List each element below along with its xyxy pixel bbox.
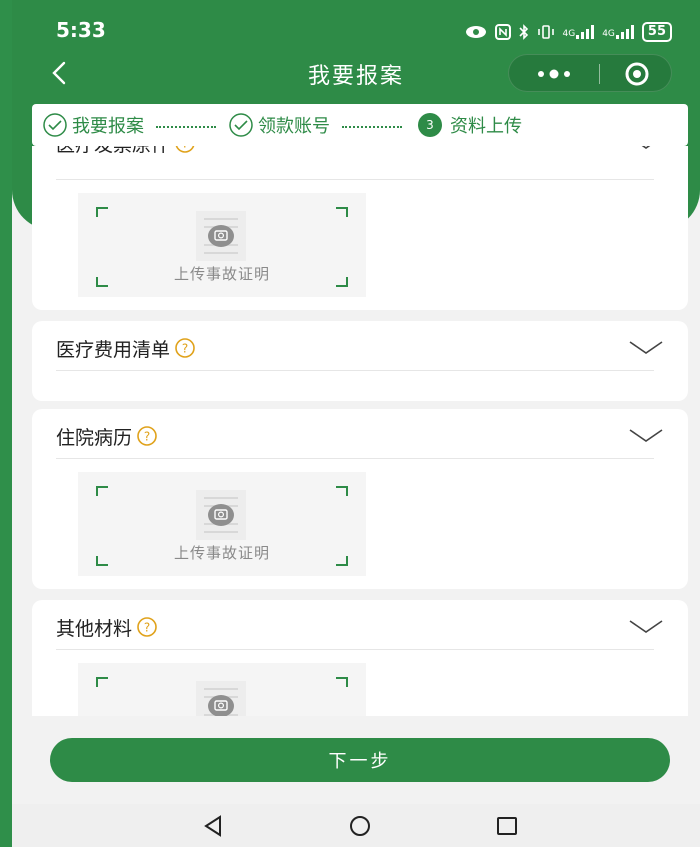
nav-bar: 我要报案 <box>12 50 700 96</box>
signal-4g-icon: 4G <box>563 25 595 39</box>
phone-frame: 5:33 4G 4G 55 我要报案 我要报案 领款账号 3 资料上传 上传事故… <box>0 0 700 847</box>
section-header[interactable]: 其他材料? <box>32 600 688 656</box>
capsule-divider <box>599 64 600 84</box>
svg-text:?: ? <box>182 342 188 356</box>
frame-corner <box>96 486 108 496</box>
section-card-medical-record: 住院病历? 上传事故证明 <box>32 409 688 589</box>
step-upload: 3 资料上传 <box>414 112 522 138</box>
camera-document-icon <box>196 681 246 716</box>
section-title: 其他材料? <box>56 614 158 641</box>
status-time: 5:33 <box>56 18 106 42</box>
upload-label: 上传事故证明 <box>173 265 270 283</box>
chevron-down-icon[interactable] <box>628 427 664 445</box>
step-connector <box>342 126 402 128</box>
frame-corner <box>336 486 348 496</box>
next-step-button[interactable]: 下一步 <box>50 738 670 782</box>
upload-area[interactable]: 上传事故证明 <box>78 193 366 297</box>
section-card-other: 其他材料? <box>32 600 688 716</box>
section-header[interactable]: 医疗发票原件? <box>32 146 688 172</box>
android-navigation-bar <box>12 804 700 847</box>
help-icon[interactable]: ? <box>174 337 196 359</box>
section-card-expense-list: 医疗费用清单? <box>32 321 688 401</box>
section-title: 医疗费用清单? <box>56 335 196 362</box>
svg-text:?: ? <box>144 430 150 444</box>
progress-steps: 我要报案 领款账号 3 资料上传 <box>32 104 688 146</box>
help-icon[interactable]: ? <box>136 425 158 447</box>
chevron-down-icon[interactable] <box>628 618 664 636</box>
section-divider <box>56 370 654 371</box>
network-type-label: 4G <box>602 29 615 39</box>
triangle-back-icon[interactable] <box>198 812 228 840</box>
vibrate-icon <box>537 25 554 39</box>
frame-corner <box>336 207 348 217</box>
section-card-invoice: 医疗发票原件? 上传事故证明 <box>32 146 688 310</box>
section-title: 住院病历? <box>56 423 158 450</box>
target-circle-icon[interactable] <box>601 55 673 93</box>
square-recent-icon[interactable] <box>492 812 522 840</box>
content-scroll-area[interactable]: 医疗发票原件? 上传事故证明 医疗费用清单? <box>12 146 700 716</box>
svg-text:?: ? <box>144 621 150 635</box>
status-bar: 5:33 4G 4G 55 <box>12 14 700 50</box>
frame-corner <box>96 207 108 217</box>
step-report: 我要报案 <box>42 112 144 138</box>
section-divider <box>56 179 654 180</box>
step-label: 我要报案 <box>72 116 144 137</box>
section-title-text: 医疗发票原件 <box>56 146 170 156</box>
frame-corner <box>336 677 348 687</box>
step-label: 领款账号 <box>258 116 330 137</box>
step-account: 领款账号 <box>228 112 330 138</box>
bluetooth-icon <box>518 24 528 40</box>
help-icon[interactable]: ? <box>136 616 158 638</box>
app-screen: 5:33 4G 4G 55 我要报案 我要报案 领款账号 3 资料上传 上传事故… <box>12 0 700 847</box>
frame-corner <box>96 677 108 687</box>
section-divider <box>56 458 654 459</box>
battery-indicator: 55 <box>641 22 672 42</box>
help-icon[interactable]: ? <box>174 146 196 154</box>
step-number-badge: 3 <box>418 113 442 137</box>
status-icons: 4G 4G 55 <box>465 22 672 42</box>
section-divider <box>56 649 654 650</box>
section-header[interactable]: 医疗费用清单? <box>32 321 688 377</box>
camera-document-icon <box>196 490 246 540</box>
upload-label: 上传事故证明 <box>173 544 270 562</box>
section-title: 医疗发票原件? <box>56 146 196 157</box>
network-type-label: 4G <box>562 29 576 39</box>
step-label: 资料上传 <box>450 116 522 137</box>
section-title-text: 其他材料 <box>56 618 133 640</box>
eye-icon <box>465 26 486 38</box>
section-title-text: 医疗费用清单 <box>56 339 171 361</box>
svg-text:?: ? <box>182 146 188 151</box>
signal-4g-icon: 4G <box>602 25 634 39</box>
section-header[interactable]: 住院病历? <box>32 409 688 465</box>
camera-document-icon <box>196 211 246 261</box>
step-connector <box>156 126 216 128</box>
upload-area[interactable] <box>78 663 366 716</box>
circle-home-icon[interactable] <box>345 812 375 840</box>
check-circle-icon <box>43 113 67 137</box>
more-dots-icon[interactable] <box>509 55 599 93</box>
nfc-icon <box>494 24 511 40</box>
chevron-down-icon[interactable] <box>628 339 664 357</box>
check-circle-icon <box>229 113 253 137</box>
chevron-down-icon[interactable] <box>628 146 664 152</box>
section-title-text: 住院病历 <box>56 427 133 449</box>
upload-area[interactable]: 上传事故证明 <box>78 472 366 576</box>
miniprogram-capsule <box>508 54 672 92</box>
